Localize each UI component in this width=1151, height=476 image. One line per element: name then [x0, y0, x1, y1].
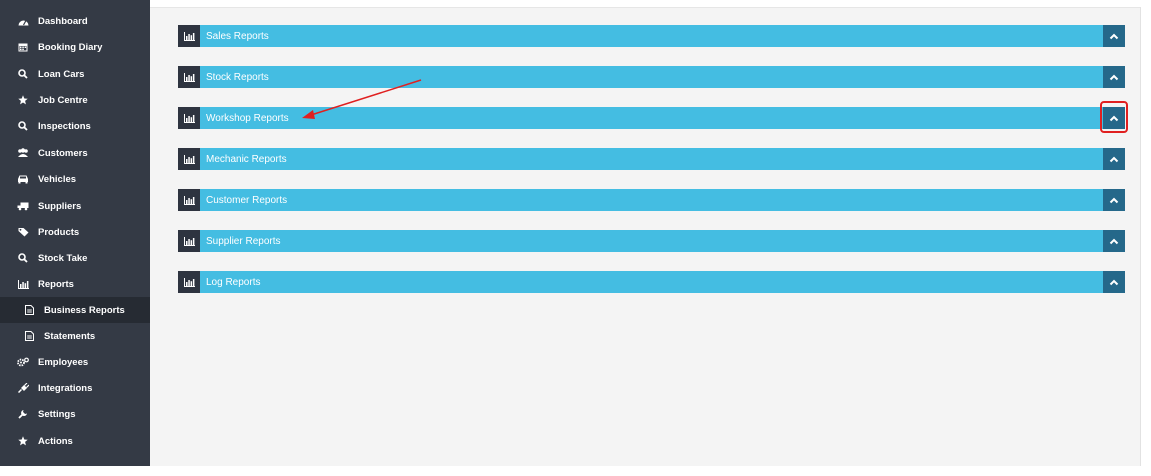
- panel-workshop-reports[interactable]: Workshop Reports: [178, 107, 1125, 129]
- star-icon: [16, 436, 30, 446]
- sidebar-item-dashboard[interactable]: Dashboard: [0, 8, 150, 34]
- sidebar-item-label: Vehicles: [38, 173, 77, 185]
- panel-stock-reports[interactable]: Stock Reports: [178, 66, 1125, 88]
- sidebar-item-label: Booking Diary: [38, 41, 103, 53]
- sidebar-item-inspections[interactable]: Inspections: [0, 113, 150, 139]
- sidebar-item-job-centre[interactable]: Job Centre: [0, 87, 150, 113]
- sidebar-item-settings[interactable]: Settings: [0, 401, 150, 427]
- panel-mechanic-reports[interactable]: Mechanic Reports: [178, 148, 1125, 170]
- sidebar-item-label: Statements: [44, 330, 96, 342]
- sidebar-item-customers[interactable]: Customers: [0, 140, 150, 166]
- sidebar-item-label: Integrations: [38, 382, 93, 394]
- panel-log-reports[interactable]: Log Reports: [178, 271, 1125, 293]
- panel-title: Sales Reports: [206, 30, 269, 42]
- bar-chart-icon: [178, 230, 200, 252]
- dashboard-icon: [16, 17, 30, 26]
- search-icon: [16, 121, 30, 131]
- search-icon: [16, 69, 30, 79]
- document-icon: [22, 305, 36, 315]
- chevron-up-icon[interactable]: [1103, 25, 1125, 47]
- sidebar-item-label: Job Centre: [38, 94, 88, 106]
- chevron-up-icon[interactable]: [1103, 189, 1125, 211]
- sidebar-item-label: Customers: [38, 147, 88, 159]
- sidebar-item-integrations[interactable]: Integrations: [0, 375, 150, 401]
- sidebar-item-products[interactable]: Products: [0, 219, 150, 245]
- panel-title: Supplier Reports: [206, 235, 281, 247]
- users-icon: [16, 148, 30, 158]
- sidebar-item-stock-take[interactable]: Stock Take: [0, 245, 150, 271]
- sidebar-item-label: Suppliers: [38, 200, 82, 212]
- sidebar-item-reports[interactable]: Reports: [0, 271, 150, 297]
- sidebar-item-booking-diary[interactable]: Booking Diary: [0, 34, 150, 60]
- panel-title: Stock Reports: [206, 71, 269, 83]
- truck-icon: [16, 201, 30, 211]
- cogs-icon: [16, 357, 30, 367]
- chevron-up-icon[interactable]: [1103, 271, 1125, 293]
- panel-supplier-reports[interactable]: Supplier Reports: [178, 230, 1125, 252]
- calendar-icon: [16, 42, 30, 52]
- chevron-up-icon[interactable]: [1103, 107, 1125, 129]
- panel-title: Workshop Reports: [206, 112, 289, 124]
- wrench-icon: [16, 409, 30, 419]
- chevron-up-icon[interactable]: [1103, 66, 1125, 88]
- sidebar-item-actions[interactable]: Actions: [0, 428, 150, 454]
- sidebar-item-vehicles[interactable]: Vehicles: [0, 166, 150, 192]
- panel-customer-reports[interactable]: Customer Reports: [178, 189, 1125, 211]
- sidebar-item-label: Actions: [38, 435, 73, 447]
- star-icon: [16, 95, 30, 105]
- panel-sales-reports[interactable]: Sales Reports: [178, 25, 1125, 47]
- document-icon: [22, 331, 36, 341]
- bar-chart-icon: [178, 25, 200, 47]
- chevron-up-icon[interactable]: [1103, 230, 1125, 252]
- content-divider: [1140, 7, 1141, 466]
- sidebar-item-label: Business Reports: [44, 304, 125, 316]
- sidebar-item-label: Employees: [38, 356, 89, 368]
- sidebar-item-label: Dashboard: [38, 15, 88, 27]
- sidebar-item-label: Loan Cars: [38, 68, 85, 80]
- sidebar-item-employees[interactable]: Employees: [0, 349, 150, 375]
- sidebar-item-label: Stock Take: [38, 252, 88, 264]
- chevron-up-icon[interactable]: [1103, 148, 1125, 170]
- bar-chart-icon: [16, 279, 30, 289]
- panel-title: Customer Reports: [206, 194, 288, 206]
- sidebar: Dashboard Booking Diary Loan Cars Job Ce…: [0, 0, 150, 466]
- sidebar-item-suppliers[interactable]: Suppliers: [0, 193, 150, 219]
- sidebar-item-label: Reports: [38, 278, 74, 290]
- panel-title: Log Reports: [206, 276, 261, 288]
- panel-title: Mechanic Reports: [206, 153, 287, 165]
- bar-chart-icon: [178, 66, 200, 88]
- tag-icon: [16, 227, 30, 237]
- search-icon: [16, 253, 30, 263]
- plug-icon: [16, 383, 30, 393]
- sidebar-item-label: Products: [38, 226, 80, 238]
- sidebar-item-business-reports[interactable]: Business Reports: [0, 297, 150, 323]
- bar-chart-icon: [178, 189, 200, 211]
- car-icon: [16, 174, 30, 184]
- bar-chart-icon: [178, 107, 200, 129]
- sidebar-item-label: Inspections: [38, 120, 91, 132]
- sidebar-item-label: Settings: [38, 408, 76, 420]
- bar-chart-icon: [178, 271, 200, 293]
- sidebar-item-loan-cars[interactable]: Loan Cars: [0, 61, 150, 87]
- bar-chart-icon: [178, 148, 200, 170]
- sidebar-item-statements[interactable]: Statements: [0, 323, 150, 349]
